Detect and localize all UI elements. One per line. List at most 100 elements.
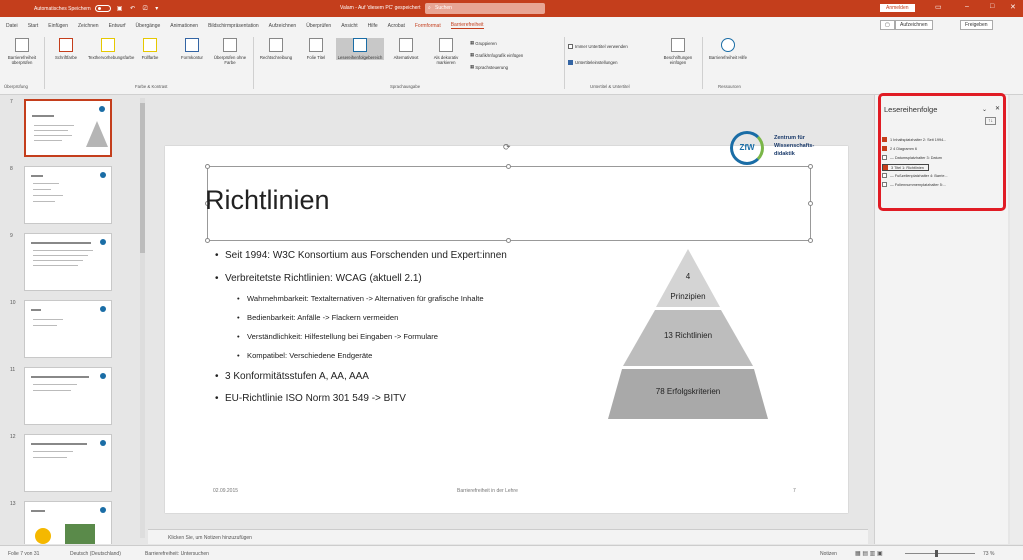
divider	[702, 37, 703, 89]
subbullet-4[interactable]: Kompatibel: Verschiedene Endgeräte	[237, 351, 372, 360]
signin-button[interactable]: Anmelden	[880, 4, 915, 12]
right-sidebar[interactable]	[1010, 95, 1023, 544]
fill-color-button[interactable]: Füllfarbe	[130, 38, 170, 60]
tab-datei[interactable]: Datei	[6, 23, 18, 29]
highlight-color-button[interactable]: Texthervorhebungsfarbe	[88, 38, 134, 60]
resize-handle[interactable]	[205, 164, 210, 169]
bullet-1[interactable]: Seit 1994: W3C Konsortium aus Forschende…	[215, 250, 507, 261]
slide-thumbnail-13[interactable]	[24, 501, 112, 544]
slide-title-button[interactable]: Folie Titel	[296, 38, 336, 60]
subbullet-3[interactable]: Verständlichkeit: Hilfestellung bei Eing…	[237, 332, 438, 341]
view-icons[interactable]: ▦ ▤ ▥ ▣	[855, 550, 883, 557]
tab-zeichnen[interactable]: Zeichnen	[78, 23, 99, 29]
speech-item[interactable]: ▦ Sprachsteuerung	[470, 64, 508, 70]
check-accessibility-button[interactable]: Barrierefreiheit überprüfen	[2, 38, 42, 65]
reading-order-pane-button[interactable]: Lesereihenfolgebereich	[336, 38, 384, 60]
logo-line2: Wissenschafts-	[774, 143, 815, 149]
sun-image	[35, 528, 51, 544]
tab-barrierefreiheit[interactable]: Barrierefreiheit	[450, 22, 484, 29]
shape-outline-button[interactable]: Formkontur	[172, 38, 212, 60]
landscape-image	[65, 524, 95, 544]
language-status[interactable]: Deutsch (Deutschland)	[70, 551, 121, 557]
quick-access-icons[interactable]: ▣ ↶ ⎚ ▾	[117, 5, 162, 13]
slide-thumbnail-8[interactable]	[24, 166, 112, 224]
footer-date[interactable]: 02.09.2015	[213, 488, 238, 494]
ribbon-display-icon[interactable]: ▭	[935, 3, 942, 11]
slide-thumbnail-7[interactable]	[24, 99, 112, 157]
zoom-slider[interactable]	[905, 553, 975, 554]
ribbon-label: Texthervorhebungsfarbe	[88, 55, 135, 60]
bullet-3[interactable]: 3 Konformitätsstufen A, AA, AAA	[215, 371, 369, 382]
tab-formformat[interactable]: Formformat	[415, 23, 441, 29]
rotate-handle-icon[interactable]: ⟳	[503, 142, 511, 153]
footer-text[interactable]: Barrierefreiheit in der Lehre	[457, 488, 518, 494]
check-without-color-button[interactable]: Überprüfen ohne Farbe	[210, 38, 250, 65]
tab-start[interactable]: Start	[28, 23, 39, 29]
slide-number: 8	[10, 166, 13, 172]
resize-handle[interactable]	[506, 164, 511, 169]
spelling-icon	[269, 38, 283, 52]
slide-canvas[interactable]: ⟳ Richtlinien Seit 1994: W3C Konsortium …	[165, 131, 848, 513]
tab-uebergaenge[interactable]: Übergänge	[136, 23, 161, 29]
footer-page-number[interactable]: 7	[793, 488, 796, 494]
reading-order-icon	[353, 38, 367, 52]
thumb-title	[32, 115, 54, 117]
mark-decorative-button[interactable]: Als dekorativ markieren	[426, 38, 466, 65]
share-button[interactable]: Freigeben	[960, 20, 993, 30]
accessibility-status[interactable]: Barrierefreiheit: Untersuchen	[145, 551, 209, 557]
spelling-button[interactable]: Rechtschreibung	[256, 38, 296, 60]
slide-thumbnail-12[interactable]	[24, 434, 112, 492]
resize-handle[interactable]	[205, 238, 210, 243]
divider	[253, 37, 254, 89]
insert-graphic-item[interactable]: ▦ Grafik/Infografik einfügen	[470, 52, 523, 58]
slide-thumbnail-11[interactable]	[24, 367, 112, 425]
bullet-2[interactable]: Verbreitetste Richtlinien: WCAG (aktuell…	[215, 273, 422, 284]
minimize-icon[interactable]: –	[965, 3, 969, 10]
close-icon[interactable]: ✕	[1010, 3, 1016, 11]
comments-button[interactable]: ▢	[880, 20, 895, 30]
tab-hilfe[interactable]: Hilfe	[368, 23, 378, 29]
group-item[interactable]: ▦ Gruppieren	[470, 40, 497, 46]
tab-ansicht[interactable]: Ansicht	[341, 23, 357, 29]
logo-icon	[100, 373, 106, 379]
font-color-button[interactable]: Schriftfarbe	[46, 38, 86, 60]
search-input[interactable]: ⌕ Suchen	[425, 3, 545, 14]
tab-bildschirmpraesentation[interactable]: Bildschirmpräsentation	[208, 23, 259, 29]
subbullet-2[interactable]: Bedienbarkeit: Anfälle -> Flackern verme…	[237, 313, 398, 322]
tab-einfuegen[interactable]: Einfügen	[48, 23, 68, 29]
resize-handle[interactable]	[808, 201, 813, 206]
record-button[interactable]: Aufzeichnen	[895, 20, 933, 30]
slide-counter: Folie 7 von 31	[8, 551, 40, 557]
slide-title[interactable]: Richtlinien	[205, 185, 330, 216]
subbullet-1[interactable]: Wahrnehmbarkeit: Textalternativen -> Alt…	[237, 294, 484, 303]
accessibility-help-button[interactable]: Barrierefreiheit Hilfe	[708, 38, 748, 60]
subtitle-settings-button[interactable]: Untertiteleinstellungen	[568, 60, 618, 65]
always-subtitles-checkbox[interactable]: Immer Untertitel verwenden	[568, 44, 628, 49]
tab-aufzeichnen[interactable]: Aufzeichnen	[269, 23, 297, 29]
alt-text-button[interactable]: Alternativtext	[386, 38, 426, 60]
zoom-slider-thumb[interactable]	[935, 550, 938, 557]
resize-handle[interactable]	[808, 238, 813, 243]
tab-animationen[interactable]: Animationen	[170, 23, 198, 29]
thumb-line	[34, 125, 74, 126]
slide-number: 11	[10, 367, 16, 373]
tab-entwurf[interactable]: Entwurf	[109, 23, 126, 29]
notes-field[interactable]: Klicken Sie, um Notizen hinzuzufügen	[148, 529, 868, 544]
autosave-toggle[interactable]	[94, 5, 111, 12]
slide-thumbnail-9[interactable]	[24, 233, 112, 291]
scrollbar-thumb[interactable]	[140, 103, 145, 253]
tab-acrobat[interactable]: Acrobat	[388, 23, 405, 29]
resize-handle[interactable]	[506, 238, 511, 243]
thumbnail-scrollbar[interactable]	[140, 98, 145, 538]
zoom-level[interactable]: 73 %	[983, 551, 994, 557]
ribbon-label: Überprüfen ohne Farbe	[213, 55, 247, 65]
insert-captions-button[interactable]: Beschriftungen einfügen	[656, 38, 700, 65]
tab-ueberpruefen[interactable]: Überprüfen	[306, 23, 331, 29]
document-title[interactable]: Valam - Auf 'diesem PC' gespeichert	[340, 5, 420, 11]
slide-thumbnail-pane: 7 8 9 10 11 12 13	[0, 95, 148, 544]
pyramid-thumb-icon	[86, 121, 108, 147]
maximize-icon[interactable]: □	[990, 3, 994, 10]
bullet-4[interactable]: EU-Richtlinie ISO Norm 301 549 -> BITV	[215, 393, 406, 404]
notes-button[interactable]: Notizen	[820, 551, 837, 557]
slide-thumbnail-10[interactable]	[24, 300, 112, 358]
